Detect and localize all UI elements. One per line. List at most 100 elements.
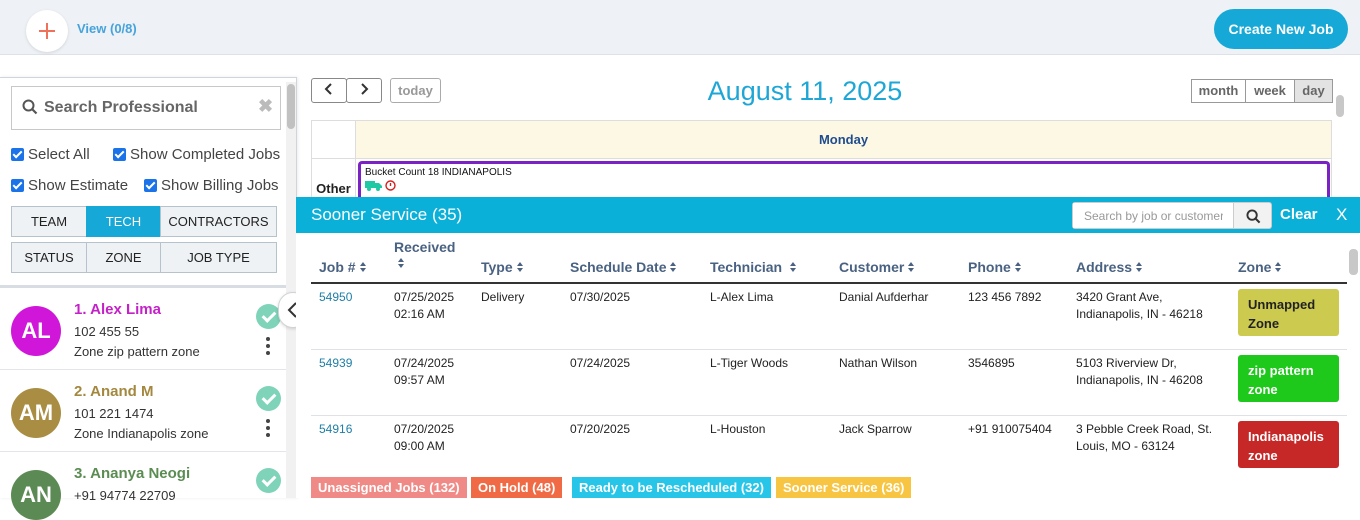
- filter-team-button[interactable]: TEAM: [11, 206, 87, 237]
- address-cell: 5103 Riverview Dr, Indianapolis, IN - 462…: [1076, 356, 1203, 387]
- chevron-left-icon: [324, 83, 332, 95]
- sort-icon: [516, 262, 524, 273]
- sort-icon: [359, 262, 367, 273]
- professional-zone: Zone Indianapolis zone: [74, 426, 209, 441]
- show-billing-jobs-checkbox[interactable]: Show Billing Jobs: [144, 177, 279, 194]
- add-view-button[interactable]: [26, 10, 68, 52]
- calendar-view-switch: month week day: [1191, 79, 1333, 103]
- sort-icon: [670, 262, 677, 273]
- job-number-link[interactable]: 54950: [319, 289, 352, 306]
- tab-unassigned-jobs[interactable]: Unassigned Jobs (132): [311, 477, 467, 498]
- create-new-job-button[interactable]: Create New Job: [1214, 9, 1348, 49]
- tab-ready-to-be-rescheduled[interactable]: Ready to be Rescheduled (32): [572, 477, 771, 498]
- today-button[interactable]: today: [390, 78, 441, 103]
- check-circle-icon[interactable]: [256, 386, 281, 411]
- type-cell: Delivery: [481, 290, 525, 304]
- calendar-grid: Monday Other Bucket Count 18 INDIANAPOLI…: [311, 120, 1332, 199]
- prev-button[interactable]: [311, 78, 347, 103]
- month-view-button[interactable]: month: [1191, 79, 1246, 103]
- job-number-link[interactable]: 54939: [319, 355, 352, 372]
- search-icon: [1246, 209, 1261, 224]
- professional-phone: 101 221 1474: [74, 406, 154, 421]
- sort-icon: [789, 262, 797, 273]
- clear-search-icon[interactable]: ✖: [258, 96, 273, 117]
- job-search-button[interactable]: [1233, 202, 1272, 229]
- professional-name: 3. Ananya Neogi: [74, 465, 191, 482]
- clear-button[interactable]: Clear: [1280, 206, 1318, 223]
- filter-zone-button[interactable]: ZONE: [86, 242, 161, 273]
- filter-status-button[interactable]: STATUS: [11, 242, 87, 273]
- received-cell: 07/20/2025 09:00 AM: [394, 422, 455, 453]
- column-header-type[interactable]: Type: [481, 259, 524, 275]
- professional-phone: 102 455 55: [74, 324, 140, 339]
- close-panel-button[interactable]: X: [1336, 205, 1347, 225]
- professional-item[interactable]: AN 3. Ananya Neogi +91 94774 22709: [0, 452, 286, 520]
- search-professional-input[interactable]: [44, 96, 254, 120]
- sort-icon: [1136, 262, 1143, 273]
- calendar-scrollbar[interactable]: [1336, 95, 1344, 117]
- professionals-scrollbar[interactable]: [286, 82, 296, 498]
- sooner-service-panel: Sooner Service (35) Clear X Job # Receiv…: [296, 197, 1360, 498]
- zone-badge: zip pattern zone: [1238, 355, 1339, 402]
- sort-icon: [1014, 262, 1022, 273]
- schedule-date-cell: 07/24/2025: [570, 356, 631, 370]
- select-all-checkbox[interactable]: Select All: [11, 146, 90, 163]
- customer-cell: Jack Sparrow: [839, 422, 912, 436]
- view-link[interactable]: View (0/8): [77, 21, 137, 36]
- filter-tech-button[interactable]: TECH: [86, 206, 161, 237]
- column-header-customer[interactable]: Customer: [839, 259, 915, 275]
- table-scrollbar[interactable]: [1349, 249, 1358, 275]
- job-number-link[interactable]: 54916: [319, 421, 352, 438]
- calendar-event[interactable]: Bucket Count 18 INDIANAPOLIS: [358, 161, 1330, 199]
- job-search-input[interactable]: [1073, 203, 1223, 228]
- event-title: Bucket Count 18 INDIANAPOLIS: [365, 167, 512, 178]
- chevron-right-icon: [361, 83, 369, 95]
- zone-badge: Unmapped Zone: [1238, 289, 1339, 336]
- address-cell: 3 Pebble Creek Road, St. Louis, MO - 6312…: [1076, 422, 1213, 453]
- schedule-date-cell: 07/30/2025: [570, 290, 631, 304]
- sort-icon: [908, 262, 915, 273]
- plus-icon: [39, 23, 55, 39]
- filter-job-type-button[interactable]: JOB TYPE: [160, 242, 277, 273]
- zone-badge: Indianapolis zone: [1238, 421, 1339, 468]
- column-header-schedule-date[interactable]: Schedule Date: [570, 259, 677, 275]
- more-options-icon[interactable]: [266, 337, 270, 355]
- address-cell: 3420 Grant Ave, Indianapolis, IN - 46218: [1076, 290, 1203, 321]
- column-header-technician[interactable]: Technician: [710, 259, 797, 275]
- clock-alert-icon: [385, 180, 396, 191]
- sort-icon: [1275, 262, 1282, 273]
- calendar-title: August 11, 2025: [707, 76, 903, 106]
- column-header-address[interactable]: Address: [1076, 259, 1143, 275]
- panel-header: Sooner Service (35) Clear X: [296, 197, 1360, 233]
- column-header-zone[interactable]: Zone: [1238, 259, 1282, 275]
- tab-sooner-service[interactable]: Sooner Service (36): [776, 477, 912, 498]
- technician-cell: L-Alex Lima: [710, 290, 774, 304]
- professional-item[interactable]: AM 2. Anand M 101 221 1474 Zone Indianap…: [0, 370, 286, 452]
- avatar: AN: [11, 470, 61, 520]
- technician-cell: L-Houston: [710, 422, 766, 436]
- column-header-job[interactable]: Job #: [319, 259, 367, 275]
- search-professional-box: ✖: [11, 86, 281, 130]
- received-cell: 07/24/2025 09:57 AM: [394, 356, 455, 387]
- search-icon: [22, 99, 38, 115]
- next-button[interactable]: [346, 78, 382, 103]
- tab-on-hold[interactable]: On Hold (48): [471, 477, 563, 498]
- column-header-received[interactable]: Received: [394, 239, 464, 271]
- column-header-phone[interactable]: Phone: [968, 259, 1022, 275]
- week-view-button[interactable]: week: [1245, 79, 1295, 103]
- professional-item[interactable]: AL 1. Alex Lima 102 455 55 Zone zip patt…: [0, 288, 286, 370]
- phone-cell: 3546895: [968, 356, 1015, 370]
- day-view-button[interactable]: day: [1294, 79, 1333, 103]
- table-header-divider: [311, 282, 1347, 284]
- show-completed-jobs-checkbox[interactable]: Show Completed Jobs: [113, 146, 280, 163]
- day-header: Monday: [356, 121, 1331, 159]
- more-options-icon[interactable]: [266, 419, 270, 437]
- received-cell: 07/25/2025 02:16 AM: [394, 290, 455, 321]
- panel-title: Sooner Service (35): [311, 205, 463, 224]
- show-estimate-checkbox[interactable]: Show Estimate: [11, 177, 128, 194]
- professional-name: 2. Anand M: [74, 383, 154, 400]
- check-circle-icon[interactable]: [256, 468, 281, 493]
- phone-cell: 123 456 7892: [968, 290, 1042, 304]
- filter-contractors-button[interactable]: CONTRACTORS: [160, 206, 277, 237]
- avatar: AL: [11, 306, 61, 356]
